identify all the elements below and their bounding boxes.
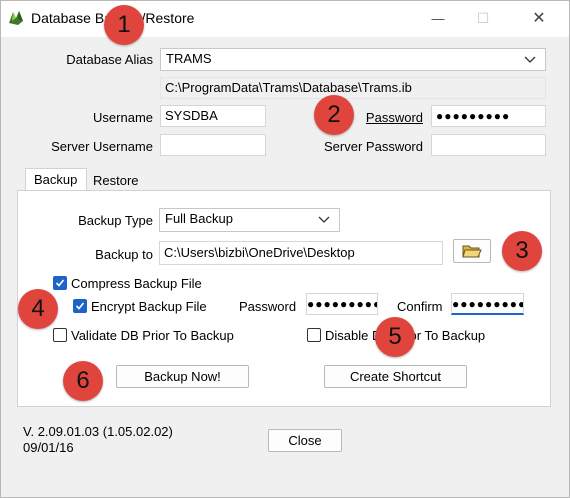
- backup-now-label: Backup Now!: [144, 369, 221, 384]
- username-value: SYSDBA: [165, 108, 218, 123]
- tab-restore-label: Restore: [93, 173, 139, 188]
- folder-open-icon: [462, 245, 482, 258]
- encryption-password-value: ●●●●●●●●●: [307, 297, 378, 311]
- annotation-badge-5: 5: [375, 317, 415, 357]
- database-path-text: C:\ProgramData\Trams\Database\Trams.ib: [165, 80, 412, 95]
- title-bar: Database Backup/Restore — ☐ ✕: [1, 1, 569, 37]
- tab-backup-label: Backup: [34, 172, 78, 187]
- server-username-input[interactable]: [160, 134, 266, 156]
- compress-backup-checkbox[interactable]: [53, 276, 67, 290]
- browse-folder-button[interactable]: [453, 239, 491, 263]
- checkmark-icon: [55, 279, 65, 287]
- encrypt-backup-checkbox[interactable]: [73, 299, 87, 313]
- close-icon: ✕: [532, 10, 546, 27]
- username-input[interactable]: SYSDBA: [160, 105, 266, 127]
- create-shortcut-label: Create Shortcut: [349, 369, 442, 384]
- version-date-text: 09/01/16: [23, 440, 74, 455]
- encryption-password-label: Password: [239, 299, 297, 314]
- close-window-button[interactable]: ✕: [523, 5, 555, 31]
- database-alias-select[interactable]: TRAMS: [160, 48, 546, 71]
- annotation-badge-6: 6: [63, 361, 103, 401]
- app-icon: [9, 11, 23, 25]
- minimize-icon: —: [431, 10, 445, 26]
- checkmark-icon: [75, 302, 85, 310]
- backup-restore-window: Database Backup/Restore — ☐ ✕ Database A…: [0, 0, 570, 498]
- backup-now-button[interactable]: Backup Now!: [116, 365, 249, 388]
- close-button-label: Close: [288, 433, 322, 448]
- server-password-input[interactable]: [431, 134, 546, 156]
- version-text: V. 2.09.01.03 (1.05.02.02): [23, 424, 173, 439]
- close-button[interactable]: Close: [268, 429, 342, 452]
- database-path-field: C:\ProgramData\Trams\Database\Trams.ib: [160, 77, 546, 99]
- database-alias-value: TRAMS: [166, 51, 212, 66]
- create-shortcut-button[interactable]: Create Shortcut: [324, 365, 467, 388]
- chevron-down-icon: [318, 216, 330, 223]
- username-label: Username: [93, 110, 153, 125]
- annotation-badge-3: 3: [502, 231, 542, 271]
- server-username-label: Server Username: [51, 139, 153, 154]
- annotation-badge-4: 4: [18, 289, 58, 329]
- password-input[interactable]: ●●●●●●●●●: [431, 105, 546, 127]
- encrypt-backup-label: Encrypt Backup File: [91, 299, 207, 314]
- confirm-password-input[interactable]: ●●●●●●●●●: [451, 293, 524, 315]
- password-value: ●●●●●●●●●: [436, 109, 511, 123]
- validate-db-label: Validate DB Prior To Backup: [71, 328, 234, 343]
- compress-backup-label: Compress Backup File: [71, 276, 202, 291]
- server-password-label: Server Password: [324, 139, 423, 154]
- disable-db-checkbox[interactable]: [307, 328, 321, 342]
- backup-type-select[interactable]: Full Backup: [159, 208, 340, 232]
- backup-to-label: Backup to: [95, 247, 153, 262]
- validate-db-checkbox[interactable]: [53, 328, 67, 342]
- backup-type-value: Full Backup: [165, 211, 233, 226]
- tab-restore[interactable]: Restore: [85, 170, 149, 192]
- annotation-badge-1: 1: [104, 5, 144, 45]
- confirm-label: Confirm: [397, 299, 443, 314]
- annotation-badge-2: 2: [314, 95, 354, 135]
- tab-backup[interactable]: Backup: [25, 168, 87, 190]
- encryption-password-input[interactable]: ●●●●●●●●●: [306, 293, 378, 315]
- minimize-button[interactable]: —: [422, 5, 454, 31]
- maximize-button[interactable]: ☐: [467, 5, 499, 31]
- confirm-password-value: ●●●●●●●●●: [452, 297, 524, 311]
- maximize-icon: ☐: [476, 9, 490, 26]
- backup-to-value: C:\Users\bizbi\OneDrive\Desktop: [164, 245, 355, 260]
- backup-to-input[interactable]: C:\Users\bizbi\OneDrive\Desktop: [159, 241, 443, 265]
- database-alias-label: Database Alias: [66, 52, 153, 67]
- backup-type-label: Backup Type: [78, 213, 153, 228]
- chevron-down-icon: [524, 56, 536, 63]
